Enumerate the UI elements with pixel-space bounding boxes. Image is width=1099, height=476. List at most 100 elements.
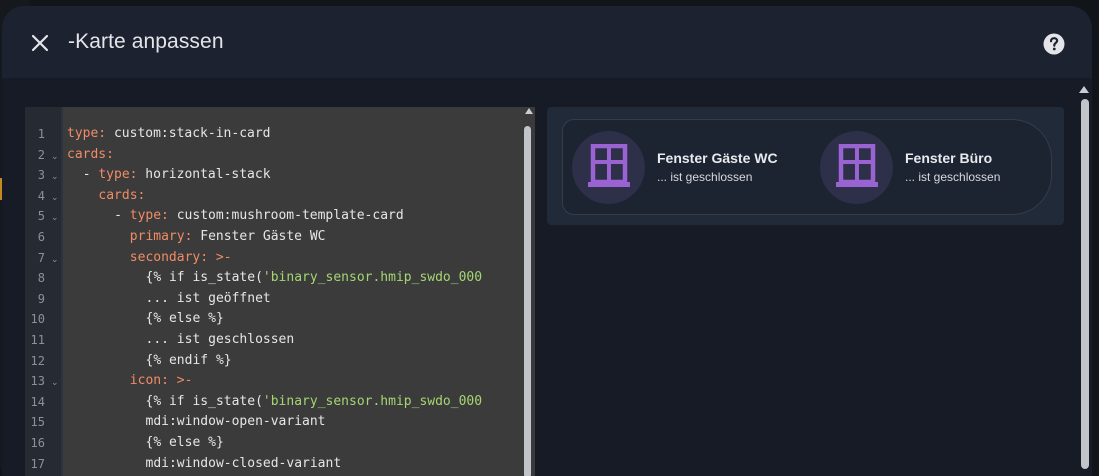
line-number: 1 (37, 127, 45, 141)
text-token: mdi:window-open-variant (145, 414, 326, 430)
text-token: horizontal-stack (137, 167, 271, 183)
line-number: 11 (30, 333, 45, 347)
code-line: mdi:window-closed-variant (63, 454, 523, 474)
fold-chevron-icon[interactable]: ⌄ (51, 145, 59, 167)
code-line: {% else %} (63, 433, 523, 453)
code-line-text: {% if is_state('binary_sensor.hmip_swdo_… (146, 392, 483, 412)
code-line: secondary: >- (63, 248, 523, 268)
yaml-key-token: cards: (98, 187, 146, 203)
dialog-content: 1 2 ⌄ 3 ⌄ 4 ⌄ 5 ⌄ 6 7 ⌄ 8 9 10 11 12 13 ⌄ 14 15 16 17 type: cu… (2, 78, 1092, 476)
code-line-text: ... ist geöffnet (146, 289, 271, 309)
fold-chevron-icon[interactable]: ⌄ (51, 186, 59, 208)
line-number: 12 (30, 353, 45, 368)
fold-chevron-icon[interactable]: ⌄ (51, 371, 59, 393)
line-number: 6 (37, 230, 45, 244)
text-token: ... ist geöffnet (145, 290, 271, 306)
code-line-text: - type: horizontal-stack (83, 165, 271, 185)
code-line: ... ist geöffnet (63, 289, 523, 309)
yaml-key-token: >- (168, 373, 193, 389)
code-line: cards: (63, 145, 523, 165)
close-icon (31, 34, 49, 52)
yaml-key-token: primary: (129, 229, 193, 244)
text-token: - (82, 167, 99, 183)
string-token: 'binary_sensor.hmip_swdo_000 (262, 270, 483, 286)
code-line-text: type: custom:stack-in-card (67, 124, 271, 144)
text-token: mdi:window-closed-variant (145, 455, 342, 471)
text-token: {% else %} (145, 435, 224, 450)
code-line: - type: custom:mushroom-template-card (63, 206, 523, 226)
code-line: {% endif %} (63, 351, 523, 371)
yaml-key-token: cards: (67, 146, 114, 162)
card-preview: Fenster Gäste WC... ist geschlossen Fenst… (547, 107, 1064, 225)
text-token: {% if is_state( (145, 393, 263, 409)
line-number: 15 (30, 415, 45, 430)
dialog-scrollbar-thumb[interactable] (1081, 99, 1089, 469)
close-button[interactable] (26, 29, 54, 57)
dialog-title: -Karte anpassen (68, 30, 224, 53)
text-token: {% else %} (145, 311, 224, 327)
line-number: 3 (37, 168, 45, 183)
code-line-text: secondary: >- (130, 248, 232, 268)
code-line-text: cards: (67, 145, 114, 165)
line-number: 4 (37, 188, 45, 203)
chip-text: Fenster Büro ... ist geschlossen (905, 150, 1000, 184)
yaml-key-token: secondary: (129, 249, 209, 265)
code-line-text: icon: >- (130, 371, 193, 391)
code-line-text: mdi:window-open-variant (146, 412, 326, 432)
yaml-key-token: type: (129, 208, 169, 224)
text-token: custom:mushroom-template-card (168, 208, 404, 224)
code-line: {% if is_state('binary_sensor.hmip_swdo_… (63, 392, 523, 412)
fold-chevron-icon[interactable]: ⌄ (51, 165, 59, 187)
code-line-text: cards: (98, 186, 145, 206)
fold-chevron-icon[interactable]: ⌄ (51, 206, 59, 228)
code-line: type: custom:stack-in-card (63, 124, 523, 144)
code-area[interactable]: type: custom:stack-in-card cards: - type: … (63, 107, 523, 476)
code-line-text: {% endif %} (146, 351, 232, 371)
window-closed-variant-icon (835, 144, 878, 187)
line-number: 14 (30, 394, 45, 409)
line-number: 2 (37, 147, 45, 162)
mushroom-template-card[interactable]: Fenster Gäste WC ... ist geschlossen (572, 130, 778, 204)
yaml-key-token: type: (67, 126, 107, 141)
code-line: primary: Fenster Gäste WC (63, 227, 523, 247)
line-number: 7 (37, 250, 45, 265)
code-line: ... ist geschlossen (63, 330, 523, 350)
yaml-key-token: type: (98, 167, 138, 183)
help-circle-icon (1043, 33, 1065, 55)
code-line: {% else %} (63, 309, 523, 329)
code-line-text: - type: custom:mushroom-template-card (114, 206, 404, 226)
line-number: 10 (30, 312, 45, 327)
chip-text: Fenster Gäste WC ... ist geschlossen (657, 150, 778, 184)
mushroom-template-card[interactable]: Fenster Büro ... ist geschlossen (820, 130, 1000, 204)
dialog-scroll-up-arrow[interactable] (1079, 86, 1089, 93)
code-line-text: {% else %} (146, 309, 224, 329)
code-line: mdi:window-open-variant (63, 412, 523, 432)
yaml-key-token: >- (208, 249, 232, 265)
edit-card-dialog: -Karte anpassen 1 2 ⌄ 3 ⌄ 4 ⌄ 5 ⌄ 6 7 ⌄ 8 9 10 11 12 13 ⌄ 1… (2, 6, 1092, 476)
code-line: cards: (63, 186, 523, 206)
icon-badge (572, 130, 645, 204)
text-token: Fenster Gäste WC (192, 229, 326, 244)
yaml-code-editor[interactable]: 1 2 ⌄ 3 ⌄ 4 ⌄ 5 ⌄ 6 7 ⌄ 8 9 10 11 12 13 ⌄ 14 15 16 17 type: cu… (25, 107, 535, 476)
text-token: {% endif %} (145, 352, 232, 368)
code-line-text: mdi:window-closed-variant (146, 454, 342, 474)
code-line-text: {% if is_state('binary_sensor.hmip_swdo_… (146, 268, 483, 288)
window-closed-variant-icon (587, 144, 630, 187)
fold-chevron-icon[interactable]: ⌄ (51, 248, 59, 270)
chip-primary: Fenster Büro (905, 150, 993, 166)
yaml-key-token: icon: (129, 373, 169, 389)
chip-secondary: ... ist geschlossen (657, 170, 753, 184)
line-number: 17 (30, 456, 45, 471)
editor-scroll-up-arrow[interactable] (525, 108, 533, 114)
line-number: 5 (37, 209, 45, 224)
icon-badge (820, 130, 893, 204)
code-line-text: {% else %} (146, 433, 224, 453)
text-token: - (114, 208, 130, 224)
line-number: 16 (30, 436, 45, 450)
text-token: ... ist geschlossen (145, 332, 295, 347)
code-line: - type: horizontal-stack (63, 165, 523, 185)
text-token: custom:stack-in-card (106, 126, 271, 141)
chip-primary: Fenster Gäste WC (657, 150, 778, 166)
help-button[interactable] (1042, 32, 1066, 56)
editor-scrollbar-thumb[interactable] (524, 126, 531, 476)
